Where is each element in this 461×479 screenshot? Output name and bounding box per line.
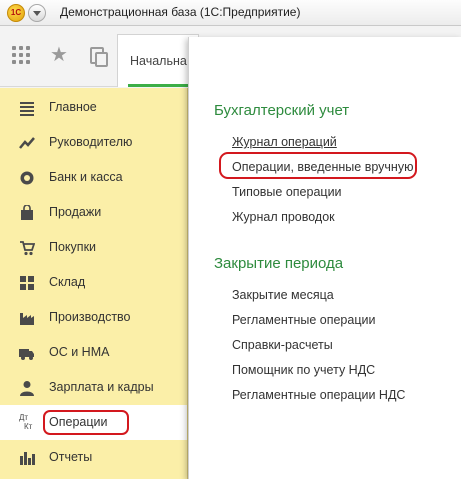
- sidebar-item-label: ОС и НМА: [49, 345, 110, 359]
- link-vat-assistant[interactable]: Помощник по учету НДС: [232, 363, 375, 377]
- list-icon: [19, 100, 35, 116]
- dt-kt-icon: Дт Кт: [19, 413, 35, 431]
- link-entries-journal[interactable]: Журнал проводок: [232, 210, 335, 224]
- warehouse-icon: [19, 275, 35, 291]
- annotation-highlight-manual-operations: [219, 152, 417, 179]
- sidebar-item-label: Зарплата и кадры: [49, 380, 154, 394]
- truck-icon: [19, 345, 35, 361]
- factory-icon: [19, 310, 35, 326]
- link-operations-journal[interactable]: Журнал операций: [232, 135, 337, 149]
- link-vat-routine-operations[interactable]: Регламентные операции НДС: [232, 388, 405, 402]
- sidebar-item-sales[interactable]: Продажи: [0, 195, 187, 230]
- sidebar-item-production[interactable]: Производство: [0, 300, 187, 335]
- tab-start-page-label: Начальна: [130, 54, 187, 68]
- sidebar-item-label: Склад: [49, 275, 86, 289]
- tab-start-page[interactable]: Начальна: [117, 34, 199, 87]
- dt-label: Дт: [19, 413, 29, 422]
- sidebar-item-operations[interactable]: Дт Кт Операции: [0, 405, 187, 440]
- sidebar-item-main[interactable]: Главное: [0, 90, 187, 125]
- link-routine-operations[interactable]: Регламентные операции: [232, 313, 375, 327]
- apps-grid-icon[interactable]: [10, 44, 32, 66]
- section-title-period-closing: Закрытие периода: [214, 255, 344, 272]
- bar-chart-icon: [19, 450, 35, 466]
- sidebar-item-purchases[interactable]: Покупки: [0, 230, 187, 265]
- sidebar-item-fixed-assets[interactable]: ОС и НМА: [0, 335, 187, 370]
- sidebar-item-bank[interactable]: Банк и касса: [0, 160, 187, 195]
- app-logo-icon[interactable]: 1С: [7, 4, 25, 22]
- sidebar-item-salary[interactable]: Зарплата и кадры: [0, 370, 187, 405]
- sidebar-item-label: Отчеты: [49, 450, 93, 464]
- history-icon[interactable]: [86, 44, 108, 67]
- section-title-accounting: Бухгалтерский учет: [214, 102, 350, 119]
- trend-icon: [19, 135, 35, 151]
- cart-icon: [19, 240, 36, 256]
- sidebar-item-label: Руководителю: [49, 135, 133, 149]
- sidebar-item-label: Производство: [49, 310, 131, 324]
- sidebar-item-label: Главное: [49, 100, 97, 114]
- link-calculation-statements[interactable]: Справки-расчеты: [232, 338, 333, 352]
- person-icon: [19, 380, 35, 396]
- sidebar-item-label: Банк и касса: [49, 170, 123, 184]
- sidebar-item-manager[interactable]: Руководителю: [0, 125, 187, 160]
- favorites-star-icon[interactable]: ★: [48, 44, 70, 66]
- operations-menu-panel: Бухгалтерский учет Журнал операций Опера…: [188, 37, 461, 479]
- title-bar: 1С Демонстрационная база (1С:Предприятие…: [0, 0, 461, 26]
- link-month-closing[interactable]: Закрытие месяца: [232, 288, 334, 302]
- sidebar-item-reports[interactable]: Отчеты: [0, 440, 187, 475]
- kt-label: Кт: [24, 422, 33, 431]
- sidebar-item-warehouse[interactable]: Склад: [0, 265, 187, 300]
- link-template-operations[interactable]: Типовые операции: [232, 185, 342, 199]
- bag-icon: [19, 204, 35, 221]
- sidebar-item-label: Покупки: [49, 240, 97, 254]
- annotation-highlight-operations: [43, 410, 129, 435]
- window-title: Демонстрационная база (1С:Предприятие): [60, 5, 301, 19]
- coins-icon: [19, 170, 35, 186]
- main-menu-button[interactable]: [28, 4, 46, 22]
- sidebar-item-label: Продажи: [49, 205, 102, 219]
- sections-sidebar: Главное Руководителю Банк и касса Продаж…: [0, 88, 188, 479]
